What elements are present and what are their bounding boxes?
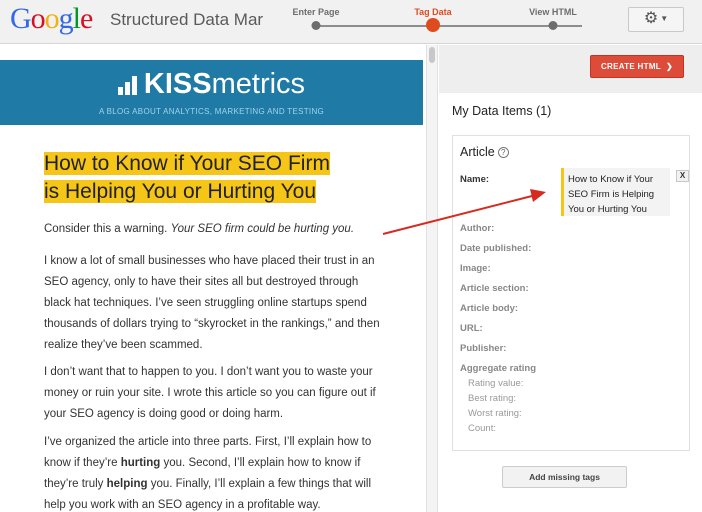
paragraph-emphasis: Your SEO firm could be hurting you. — [170, 223, 355, 235]
field-article-section-label[interactable]: Article section: — [460, 283, 529, 294]
logo-letter: o — [30, 2, 46, 35]
site-tagline: A BLOG ABOUT ANALYTICS, MARKETING AND TE… — [98, 107, 325, 116]
field-count-label[interactable]: Count: — [468, 423, 496, 434]
progress-stepper: Enter Page Tag Data View HTML — [290, 0, 620, 44]
step-tag-data-label[interactable]: Tag Data — [414, 7, 451, 17]
article-item-card: Article? Name: Author: Date published: I… — [452, 135, 690, 451]
paragraph-text: Consider this a warning. — [44, 223, 171, 235]
paragraph-bold: hurting — [120, 457, 161, 469]
article-title-line[interactable]: How to Know if Your SEO Firm — [44, 152, 330, 175]
article-title[interactable]: How to Know if Your SEO Firm is Helping … — [44, 150, 384, 206]
gear-icon: ⚙ — [643, 10, 659, 28]
stepper-line — [316, 25, 582, 27]
site-banner: KISSmetrics A BLOG ABOUT ANALYTICS, MARK… — [0, 60, 423, 125]
step-enter-page-dot[interactable] — [311, 21, 321, 30]
step-view-html-dot[interactable] — [548, 21, 558, 30]
field-rating-value-label[interactable]: Rating value: — [468, 378, 523, 389]
field-best-rating-label[interactable]: Best rating: — [468, 393, 516, 404]
article-paragraph[interactable]: I know a lot of small businesses who hav… — [44, 251, 384, 356]
field-date-published-label[interactable]: Date published: — [460, 243, 531, 254]
field-url-label[interactable]: URL: — [460, 323, 483, 334]
create-html-button[interactable]: CREATE HTML ❯ — [590, 55, 684, 78]
field-article-body-label[interactable]: Article body: — [460, 303, 518, 314]
field-image-label[interactable]: Image: — [460, 263, 491, 274]
article-paragraph[interactable]: I’ve organized the article into three pa… — [44, 432, 384, 512]
scrollbar-thumb[interactable] — [429, 47, 435, 63]
field-aggregate-rating-label[interactable]: Aggregate rating — [460, 363, 536, 374]
article-preview-pane: KISSmetrics A BLOG ABOUT ANALYTICS, MARK… — [0, 45, 426, 512]
site-name-bold: KISS — [143, 68, 212, 100]
add-missing-tags-button[interactable]: Add missing tags — [502, 466, 627, 488]
site-name-rest: metrics — [211, 68, 306, 100]
data-items-heading: My Data Items (1) — [452, 104, 552, 118]
remove-name-button[interactable]: X — [676, 170, 689, 182]
app-window: Google Structured Data Mar Enter Page Ta… — [0, 0, 702, 512]
card-title: Article? — [460, 145, 509, 159]
logo-letter: e — [80, 2, 93, 35]
article-paragraph[interactable]: I don’t want that to happen to you. I do… — [44, 362, 384, 425]
step-view-html-label[interactable]: View HTML — [529, 7, 577, 17]
article-scrollbar[interactable] — [426, 45, 438, 512]
article-title-line[interactable]: is Helping You or Hurting You — [44, 180, 317, 203]
field-author-label[interactable]: Author: — [460, 223, 494, 234]
google-logo: Google — [10, 2, 93, 36]
top-bar: Google Structured Data Mar Enter Page Ta… — [0, 0, 702, 44]
paragraph-bold: helping — [106, 478, 148, 490]
field-name-label: Name: — [460, 174, 490, 185]
logo-letter: o — [44, 2, 60, 35]
logo-letter: l — [72, 2, 81, 35]
caret-down-icon: ▼ — [660, 14, 669, 23]
field-publisher-label[interactable]: Publisher: — [460, 343, 506, 354]
step-enter-page-label[interactable]: Enter Page — [292, 7, 339, 17]
data-items-pane: CREATE HTML ❯ My Data Items (1) Article?… — [439, 45, 702, 512]
create-html-label: CREATE HTML — [600, 62, 661, 71]
data-items-panel: My Data Items (1) Article? Name: Author:… — [439, 93, 702, 512]
article-paragraph[interactable]: Consider this a warning. Your SEO firm c… — [44, 219, 384, 240]
bar-chart-icon — [117, 75, 140, 95]
app-title: Structured Data Mar — [110, 10, 264, 29]
field-worst-rating-label[interactable]: Worst rating: — [468, 408, 522, 419]
step-tag-data-dot[interactable] — [426, 18, 440, 32]
chevron-right-icon: ❯ — [666, 62, 674, 71]
logo-letter: G — [10, 2, 32, 35]
kissmetrics-logo: KISSmetrics — [0, 67, 423, 101]
name-value-box[interactable]: How to Know if Your SEO Firm is Helping … — [561, 168, 670, 216]
settings-button[interactable]: ⚙ ▼ — [628, 7, 684, 32]
card-title-text: Article — [460, 145, 495, 159]
help-icon[interactable]: ? — [497, 147, 509, 158]
logo-letter: g — [58, 2, 74, 35]
